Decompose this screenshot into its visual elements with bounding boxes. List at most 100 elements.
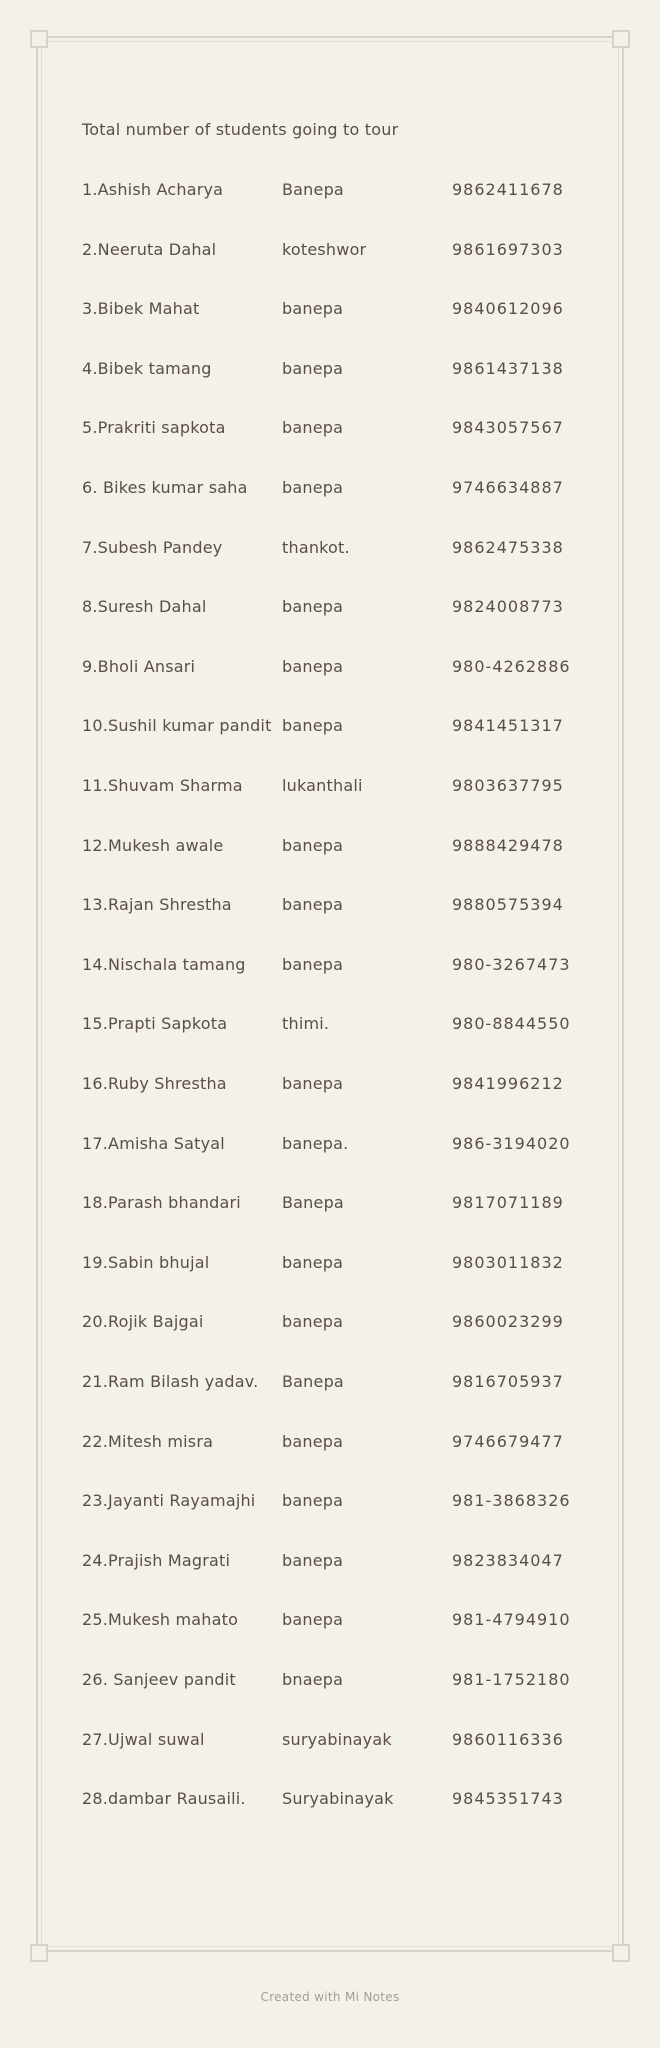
student-name: 13.Rajan Shrestha <box>82 895 232 915</box>
list-item: 10.Sushil kumar pandit banepa 9841451317 <box>82 716 582 740</box>
frame-corner-ornament <box>30 1944 48 1962</box>
student-name: 23.Jayanti Rayamajhi <box>82 1491 256 1511</box>
student-place: bnaepa <box>282 1670 344 1689</box>
list-item: 14.Nischala tamang banepa 980-3267473 <box>82 955 582 979</box>
student-name: 5.Prakriti sapkota <box>82 418 226 438</box>
student-phone: 9803637795 <box>452 776 564 795</box>
student-phone: 9823834047 <box>452 1550 564 1570</box>
note-heading: Total number of students going to tour <box>82 120 399 139</box>
list-item: 17.Amisha Satyal banepa. 986-3194020 <box>82 1134 582 1158</box>
student-phone: 9862475338 <box>452 537 564 557</box>
student-place: Banepa <box>282 1193 344 1213</box>
student-place: banepa <box>282 954 344 974</box>
student-phone: 9824008773 <box>452 597 564 617</box>
list-item: 27.Ujwal suwal suryabinayak 9860116336 <box>82 1730 582 1754</box>
list-item: 28.dambar Rausaili. Suryabinayak 984535174… <box>82 1789 582 1813</box>
list-item: 22.Mitesh misra banepa 9746679477 <box>82 1432 582 1456</box>
list-item: 5.Prakriti sapkota banepa 9843057567 <box>82 418 582 442</box>
frame-corner-ornament <box>612 30 630 48</box>
student-phone: 9746679477 <box>452 1431 564 1451</box>
list-item: 2.Neeruta Dahal koteshwor 9861697303 <box>82 240 582 264</box>
student-name: 4.Bibek tamang <box>82 358 212 378</box>
student-phone: 980-8844550 <box>452 1014 571 1034</box>
student-place: banepa. <box>282 1133 349 1153</box>
student-name: 2.Neeruta Dahal <box>82 239 217 259</box>
student-place: banepa <box>282 597 344 617</box>
student-phone: 986-3194020 <box>452 1133 571 1153</box>
list-item: 3.Bibek Mahat banepa 9840612096 <box>82 299 582 323</box>
student-name: 20.Rojik Bajgai <box>82 1312 204 1332</box>
student-name: 10.Sushil kumar pandit <box>82 716 272 736</box>
student-phone: 9841996212 <box>452 1074 564 1093</box>
student-name: 24.Prajish Magrati <box>82 1550 231 1570</box>
student-name: 8.Suresh Dahal <box>82 597 207 617</box>
student-place: Banepa <box>282 1372 344 1391</box>
list-item: 12.Mukesh awale banepa 9888429478 <box>82 836 582 860</box>
list-item: 13.Rajan Shrestha banepa 9880575394 <box>82 895 582 919</box>
student-name: 21.Ram Bilash yadav. <box>82 1372 259 1391</box>
student-phone: 981-4794910 <box>452 1610 571 1630</box>
student-place: banepa <box>282 1074 344 1093</box>
student-name: 11.Shuvam Sharma <box>82 776 243 795</box>
student-place: Suryabinayak <box>282 1789 394 1809</box>
student-name: 9.Bholi Ansari <box>82 656 196 676</box>
student-phone: 9817071189 <box>452 1193 564 1213</box>
student-place: thankot. <box>282 537 350 557</box>
student-place: banepa <box>282 1610 344 1630</box>
student-phone: 980-4262886 <box>452 656 571 676</box>
student-phone: 9888429478 <box>452 835 564 855</box>
student-place: banepa <box>282 1491 344 1511</box>
student-phone: 9861697303 <box>452 239 564 259</box>
student-place: banepa <box>282 1252 344 1272</box>
student-phone: 9843057567 <box>452 418 564 438</box>
student-place: banepa <box>282 895 344 915</box>
list-item: 18.Parash bhandari Banepa 9817071189 <box>82 1193 582 1217</box>
student-place: banepa <box>282 716 344 736</box>
list-item: 25.Mukesh mahato banepa 981-4794910 <box>82 1610 582 1634</box>
student-phone: 9860116336 <box>452 1729 564 1749</box>
student-name: 6. Bikes kumar saha <box>82 478 248 497</box>
list-item: 11.Shuvam Sharma lukanthali 9803637795 <box>82 776 582 800</box>
student-place: banepa <box>282 835 344 855</box>
student-phone: 9841451317 <box>452 716 564 736</box>
student-place: banepa <box>282 478 344 497</box>
student-place: banepa <box>282 418 344 438</box>
frame-corner-ornament <box>612 1944 630 1962</box>
student-place: banepa <box>282 1550 344 1570</box>
student-phone: 981-1752180 <box>452 1670 571 1689</box>
student-name: 16.Ruby Shrestha <box>82 1074 227 1093</box>
student-phone: 9862411678 <box>452 180 564 199</box>
student-name: 3.Bibek Mahat <box>82 299 200 319</box>
list-item: 20.Rojik Bajgai banepa 9860023299 <box>82 1312 582 1336</box>
student-name: 12.Mukesh awale <box>82 835 224 855</box>
student-place: thimi. <box>282 1014 330 1034</box>
student-phone: 9816705937 <box>452 1372 564 1391</box>
frame-corner-ornament <box>30 30 48 48</box>
student-name: 18.Parash bhandari <box>82 1193 241 1213</box>
student-place: banepa <box>282 358 344 378</box>
student-phone: 980-3267473 <box>452 954 571 974</box>
student-phone: 9861437138 <box>452 358 564 378</box>
student-name: 25.Mukesh mahato <box>82 1610 239 1630</box>
footer-label: Created with Mi Notes <box>260 1990 400 2004</box>
student-place: Banepa <box>282 180 344 199</box>
student-name: 14.Nischala tamang <box>82 954 246 974</box>
student-name: 17.Amisha Satyal <box>82 1133 225 1153</box>
student-name: 27.Ujwal suwal <box>82 1729 205 1749</box>
list-item: 15.Prapti Sapkota thimi. 980-8844550 <box>82 1014 582 1038</box>
list-item: 4.Bibek tamang banepa 9861437138 <box>82 359 582 383</box>
list-item: 19.Sabin bhujal banepa 9803011832 <box>82 1253 582 1277</box>
list-item: 7.Subesh Pandey thankot. 9862475338 <box>82 538 582 562</box>
list-item: 26. Sanjeev pandit bnaepa 981-1752180 <box>82 1670 582 1694</box>
list-item: 8.Suresh Dahal banepa 9824008773 <box>82 597 582 621</box>
student-place: banepa <box>282 1312 344 1332</box>
student-place: lukanthali <box>282 776 363 795</box>
student-name: 26. Sanjeev pandit <box>82 1670 236 1689</box>
list-item: 9.Bholi Ansari banepa 980-4262886 <box>82 657 582 681</box>
student-phone: 9845351743 <box>452 1789 564 1809</box>
student-name: 1.Ashish Acharya <box>82 180 224 199</box>
student-phone: 9880575394 <box>452 895 564 915</box>
student-name: 7.Subesh Pandey <box>82 537 223 557</box>
student-name: 15.Prapti Sapkota <box>82 1014 228 1034</box>
student-phone: 9803011832 <box>452 1252 564 1272</box>
